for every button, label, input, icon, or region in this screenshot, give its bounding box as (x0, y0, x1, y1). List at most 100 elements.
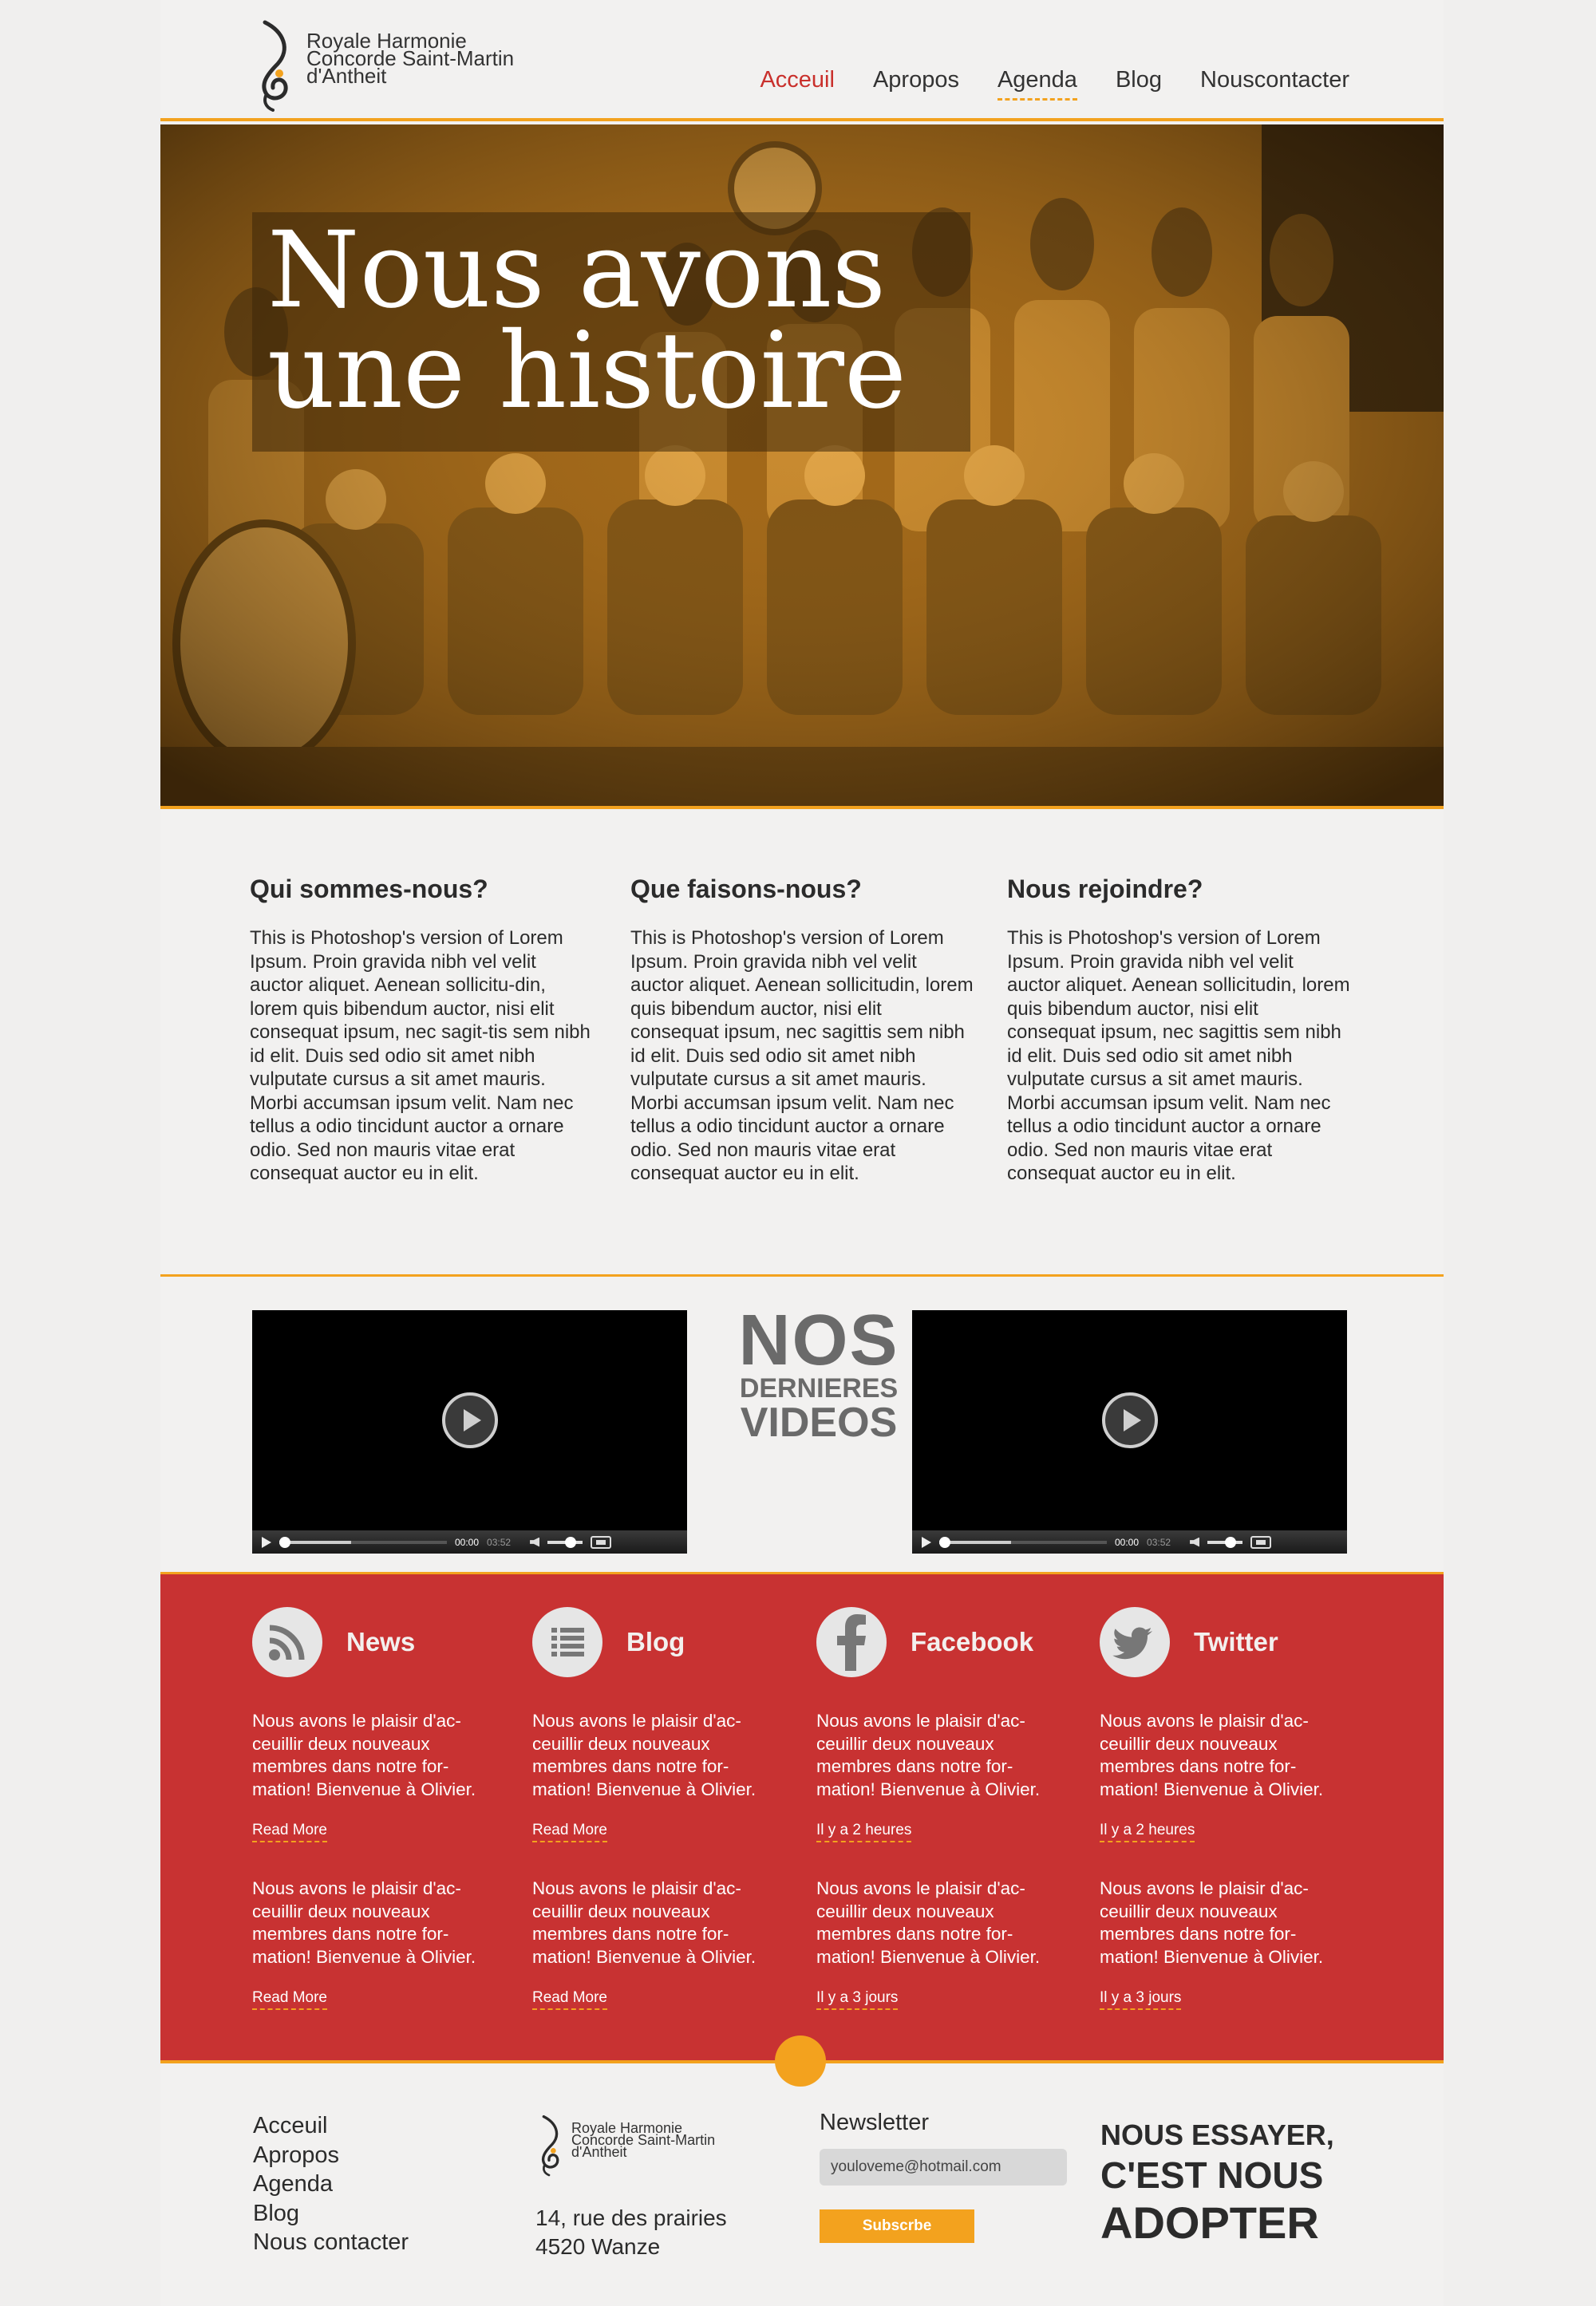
rss-icon[interactable] (252, 1607, 322, 1677)
social-title-blog[interactable]: Blog (626, 1627, 685, 1657)
duration: 03:52 (487, 1536, 512, 1548)
video-screen[interactable] (252, 1310, 687, 1530)
post-time-link[interactable]: Il y a 3 jours (816, 1989, 899, 2010)
footer-link-apropos[interactable]: Apropos (253, 2141, 409, 2170)
cta-line-1: NOUS ESSAYER, (1100, 2118, 1334, 2151)
read-more-link[interactable]: Read More (252, 1989, 327, 2010)
site-footer: Acceuil Apropos Agenda Blog Nous contact… (160, 2063, 1444, 2306)
main-nav: Acceuil Apropos Agenda Blog Nouscontacte… (721, 67, 1349, 101)
video-controls: 00:00 03:52 (252, 1530, 687, 1554)
post-time-link[interactable]: Il y a 3 jours (1100, 1989, 1182, 2010)
read-more-link[interactable]: Read More (532, 1989, 607, 2010)
seek-bar[interactable] (279, 1536, 447, 1548)
social-title-news[interactable]: News (346, 1627, 415, 1657)
duration: 03:52 (1147, 1536, 1171, 1548)
current-time: 00:00 (455, 1536, 480, 1548)
about-text-what: This is Photoshop's version of Lorem Ips… (630, 927, 974, 1184)
footer-nav: Acceuil Apropos Agenda Blog Nous contact… (253, 2111, 409, 2257)
nav-apropos[interactable]: Apropos (873, 67, 959, 101)
video-player-1[interactable]: 00:00 03:52 (252, 1310, 687, 1554)
videos-section: 00:00 03:52 NOS DERNIERES VIDEOS 00:00 0… (160, 1277, 1444, 1574)
site-logo[interactable]: Royale Harmonie Concorde Saint-Martin d'… (249, 18, 514, 112)
facebook-icon[interactable] (816, 1607, 887, 1677)
about-column-what: Que faisons-nous? This is Photoshop's ve… (630, 875, 974, 1186)
about-text-join: This is Photoshop's version of Lorem Ips… (1007, 927, 1350, 1184)
newsletter-email-input[interactable] (820, 2149, 1067, 2186)
social-post-text: Nous avons le plaisir d'ac-ceuillir deux… (816, 1711, 1041, 1799)
list-item: Nous avons le plaisir d'ac-ceuillir deux… (816, 1710, 1064, 1842)
control-play-icon[interactable] (262, 1536, 271, 1548)
nav-agenda[interactable]: Agenda (997, 67, 1077, 101)
post-time-link[interactable]: Il y a 2 heures (816, 1822, 912, 1842)
footer-link-acceuil[interactable]: Acceuil (253, 2111, 409, 2141)
about-section: Qui sommes-nous? This is Photoshop's ver… (160, 809, 1444, 1277)
social-header-news: News (252, 1606, 500, 1678)
footer-logo-text: Royale Harmonie Concorde Saint-Martin d'… (571, 2121, 715, 2160)
hero-title: Nous avons une histoire (267, 218, 907, 424)
videos-heading-line-1: NOS (738, 1301, 899, 1380)
about-title-join: Nous rejoindre? (1007, 875, 1203, 903)
video-player-2[interactable]: 00:00 03:52 (912, 1310, 1347, 1554)
volume-icon[interactable] (1190, 1537, 1200, 1547)
fullscreen-icon[interactable] (1250, 1535, 1272, 1549)
newsletter-form: Newsletter Subscrbe (820, 2110, 1067, 2243)
footer-cta: NOUS ESSAYER, C'EST NOUS ADOPTER (1100, 2118, 1334, 2249)
fullscreen-icon[interactable] (591, 1535, 612, 1549)
read-more-link[interactable]: Read More (532, 1822, 607, 1842)
cta-line-3: ADOPTER (1100, 2197, 1319, 2248)
nav-nouscontacter[interactable]: Nouscontacter (1200, 67, 1349, 101)
footer-logo[interactable]: Royale Harmonie Concorde Saint-Martin d'… (533, 2113, 715, 2177)
social-section: News Nous avons le plaisir d'ac-ceuillir… (160, 1574, 1444, 2063)
play-icon[interactable] (1101, 1392, 1158, 1448)
social-header-blog: Blog (532, 1606, 780, 1678)
social-title-twitter[interactable]: Twitter (1194, 1627, 1278, 1657)
about-column-join: Nous rejoindre? This is Photoshop's vers… (1007, 875, 1350, 1186)
treble-clef-logo-icon (541, 2115, 559, 2177)
list-item: Nous avons le plaisir d'ac-ceuillir deux… (816, 1878, 1064, 2010)
post-time-link[interactable]: Il y a 2 heures (1100, 1822, 1195, 1842)
social-post-text: Nous avons le plaisir d'ac-ceuillir deux… (252, 1878, 476, 1967)
about-text-who: This is Photoshop's version of Lorem Ips… (250, 927, 591, 1184)
social-column-news: News Nous avons le plaisir d'ac-ceuillir… (252, 1606, 500, 2010)
page: Royale Harmonie Concorde Saint-Martin d'… (160, 0, 1444, 2306)
list-item: Nous avons le plaisir d'ac-ceuillir deux… (532, 1878, 780, 2010)
read-more-link[interactable]: Read More (252, 1822, 327, 1842)
list-item: Nous avons le plaisir d'ac-ceuillir deux… (252, 1710, 500, 1842)
video-controls: 00:00 03:52 (912, 1530, 1347, 1554)
footer-link-agenda[interactable]: Agenda (253, 2170, 409, 2199)
control-play-icon[interactable] (922, 1536, 931, 1548)
social-post-text: Nous avons le plaisir d'ac-ceuillir deux… (252, 1711, 476, 1799)
video-screen[interactable] (912, 1310, 1347, 1530)
social-post-text: Nous avons le plaisir d'ac-ceuillir deux… (532, 1711, 757, 1799)
nav-acceuil[interactable]: Acceuil (760, 67, 835, 101)
current-time: 00:00 (1115, 1536, 1140, 1548)
logo-text: Royale Harmonie Concorde Saint-Martin d'… (306, 30, 514, 86)
footer-link-blog[interactable]: Blog (253, 2199, 409, 2229)
footer-logo-line-3: d'Antheit (571, 2144, 627, 2160)
videos-heading: NOS DERNIERES VIDEOS (719, 1301, 918, 1443)
play-icon[interactable] (441, 1392, 498, 1448)
social-column-facebook: Facebook Nous avons le plaisir d'ac-ceui… (816, 1606, 1064, 2010)
hero-title-line-2: une histoire (267, 310, 907, 432)
volume-icon[interactable] (530, 1537, 540, 1547)
social-title-facebook[interactable]: Facebook (911, 1627, 1033, 1657)
subscribe-button[interactable]: Subscrbe (820, 2209, 974, 2243)
about-title-who: Qui sommes-nous? (250, 875, 488, 903)
about-title-what: Que faisons-nous? (630, 875, 862, 903)
volume-slider[interactable] (1207, 1536, 1243, 1548)
twitter-icon[interactable] (1100, 1607, 1170, 1677)
footer-address: 14, rue des prairies 4520 Wanze (535, 2204, 727, 2261)
list-item: Nous avons le plaisir d'ac-ceuillir deux… (1100, 1710, 1347, 1842)
nav-blog[interactable]: Blog (1116, 67, 1162, 101)
social-column-twitter: Twitter Nous avons le plaisir d'ac-ceuil… (1100, 1606, 1347, 2010)
social-post-text: Nous avons le plaisir d'ac-ceuillir deux… (1100, 1711, 1324, 1799)
list-item: Nous avons le plaisir d'ac-ceuillir deux… (1100, 1878, 1347, 2010)
social-post-text: Nous avons le plaisir d'ac-ceuillir deux… (1100, 1878, 1324, 1967)
list-icon[interactable] (532, 1607, 602, 1677)
footer-link-contact[interactable]: Nous contacter (253, 2228, 409, 2257)
about-column-who: Qui sommes-nous? This is Photoshop's ver… (250, 875, 593, 1186)
hero-banner: Nous avons une histoire (160, 124, 1444, 809)
seek-bar[interactable] (939, 1536, 1107, 1548)
volume-slider[interactable] (547, 1536, 583, 1548)
list-item: Nous avons le plaisir d'ac-ceuillir deux… (252, 1878, 500, 2010)
